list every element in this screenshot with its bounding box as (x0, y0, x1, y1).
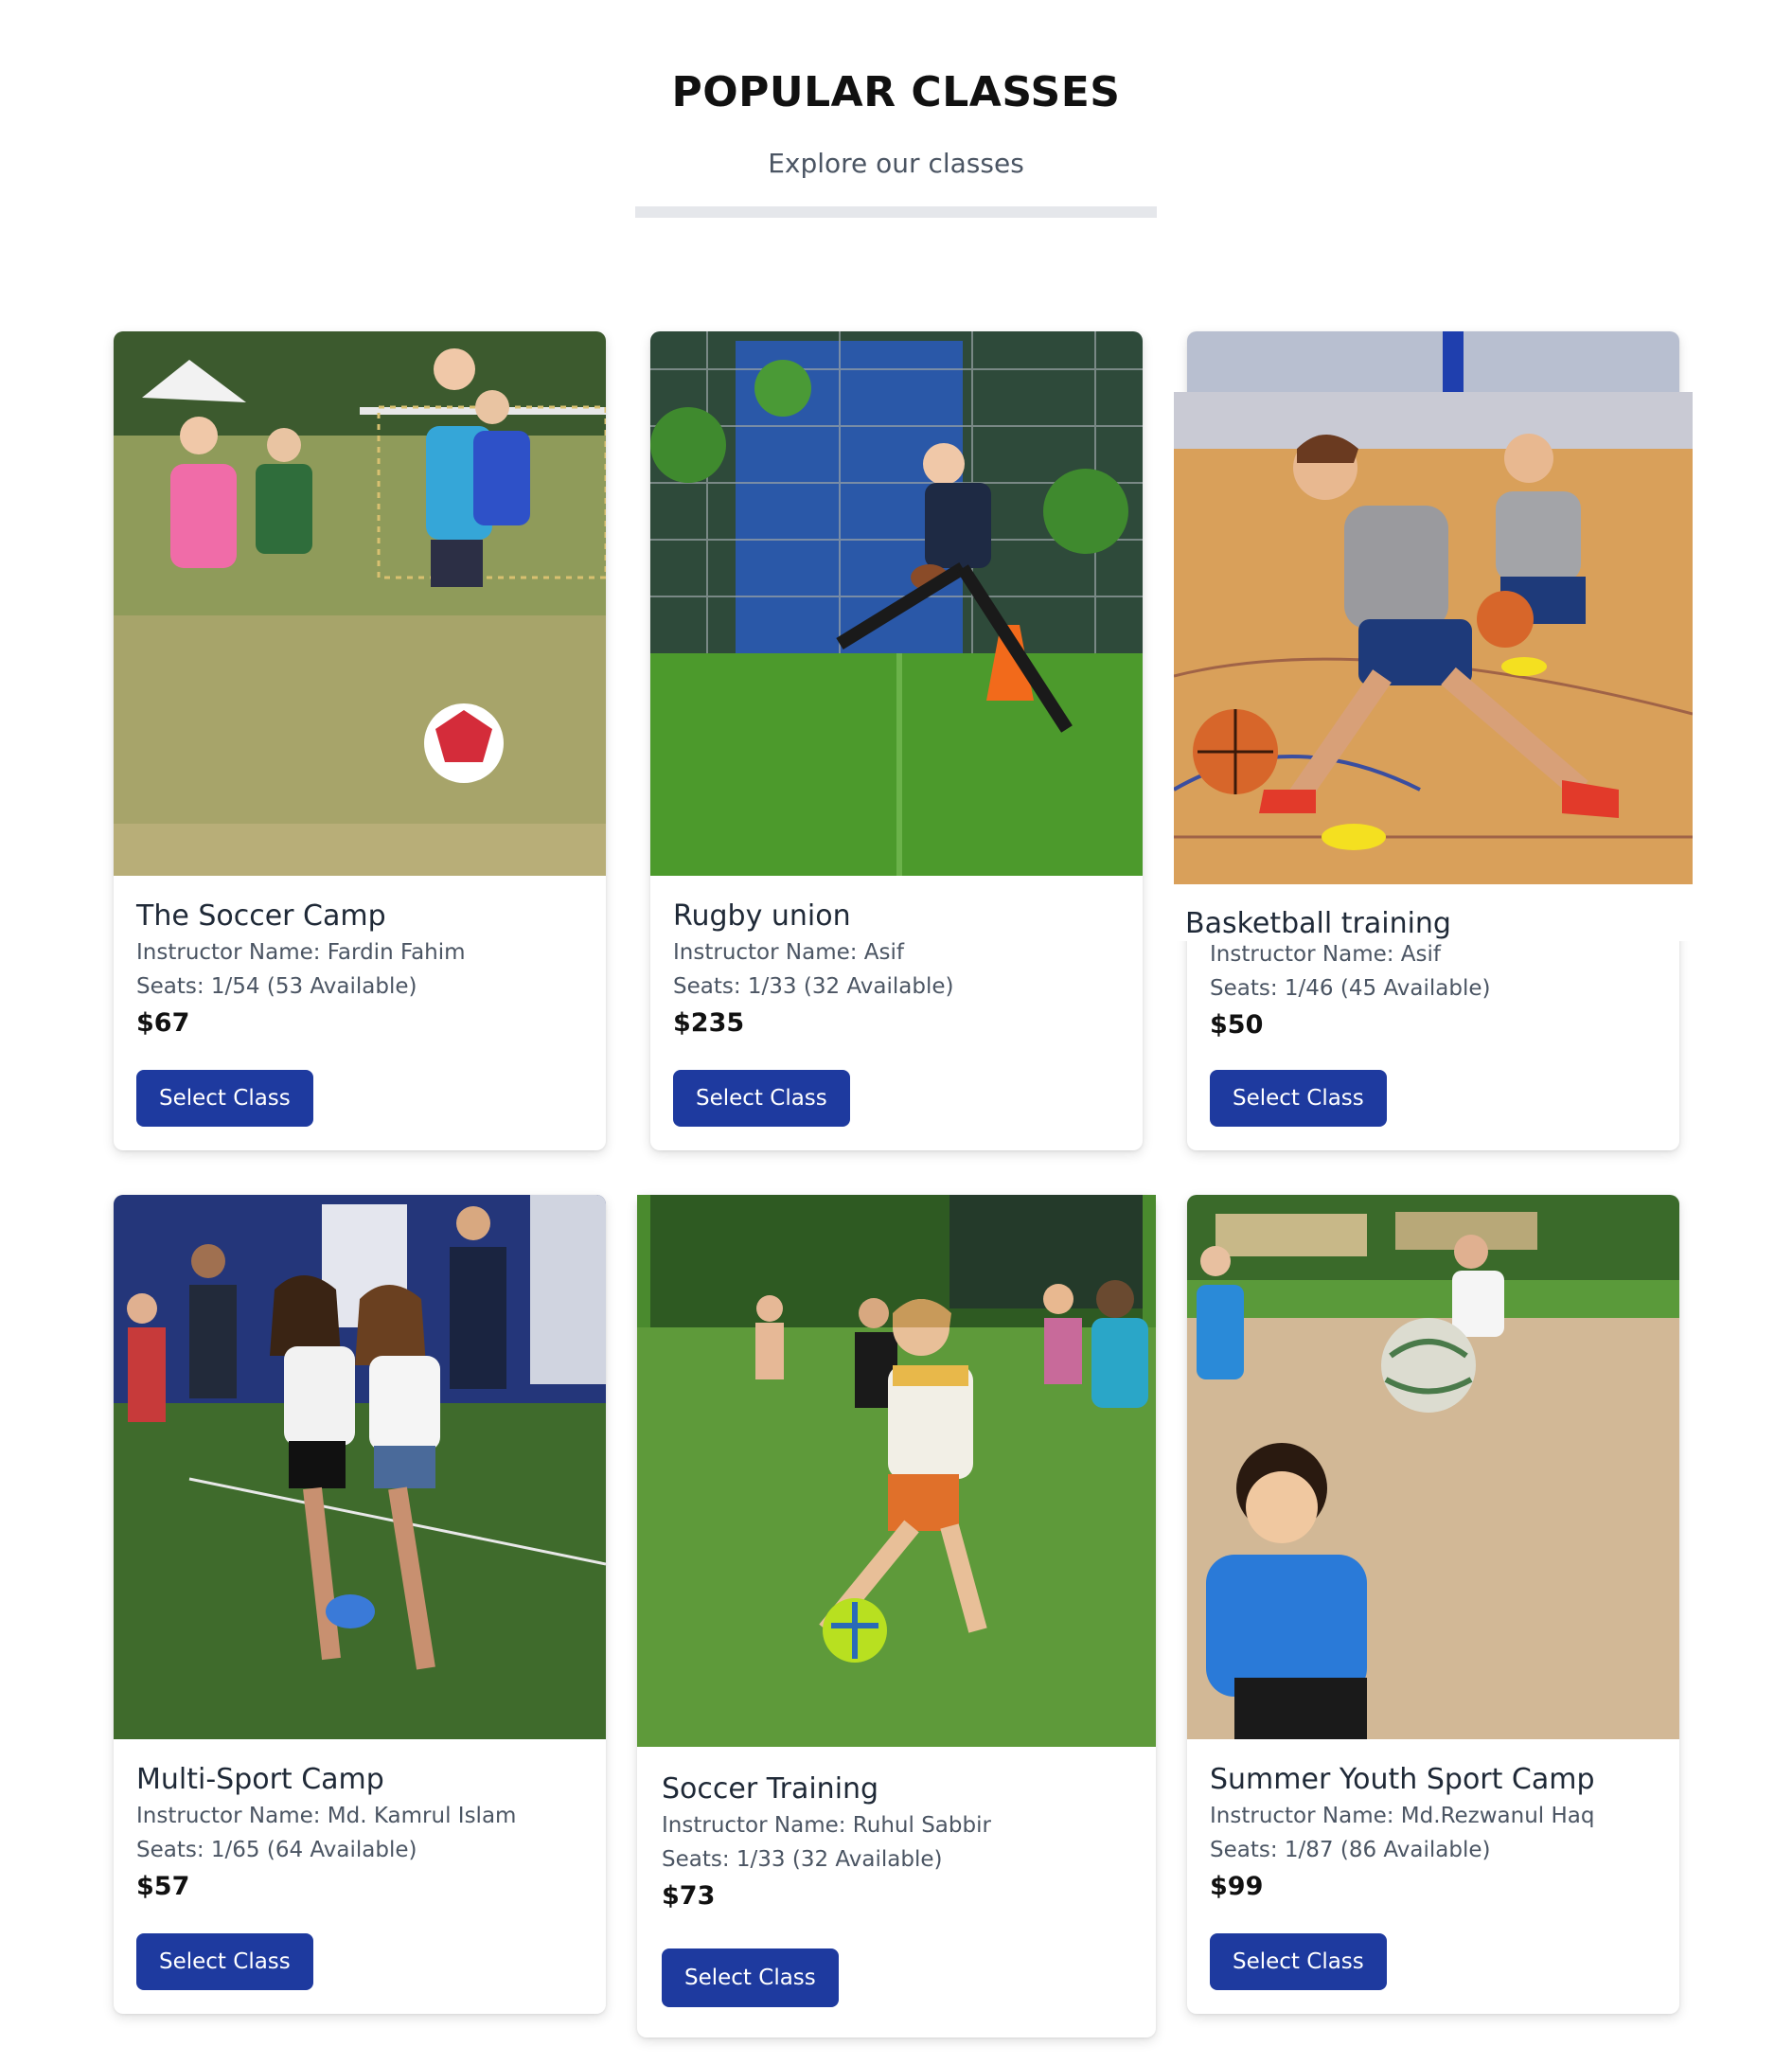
instructor-name: Instructor Name: Asif (673, 940, 905, 965)
class-name: Rugby union (673, 899, 851, 933)
seats-info: Seats: 1/33 (32 Available) (662, 1847, 943, 1872)
kids-playing-soccer-photo (114, 331, 606, 876)
select-class-button[interactable]: Select Class (136, 1070, 313, 1127)
kids-dribbling-basketball-photo (1174, 392, 1693, 884)
instructor-name: Instructor Name: Md. Kamrul Islam (136, 1804, 517, 1828)
class-card: Soccer Training Instructor Name: Ruhul S… (637, 1195, 1156, 2037)
class-price: $57 (136, 1872, 190, 1901)
select-class-button[interactable]: Select Class (136, 1933, 313, 1990)
instructor-name: Instructor Name: Fardin Fahim (136, 940, 466, 965)
class-name: Basketball training (1185, 907, 1451, 940)
class-title-overlay: Basketball training (1174, 884, 1693, 941)
class-name: Soccer Training (662, 1772, 879, 1806)
class-price: $99 (1210, 1872, 1264, 1901)
class-card-body: The Soccer Camp Instructor Name: Fardin … (136, 899, 583, 1038)
girls-running-on-turf-photo (114, 1195, 606, 1739)
class-card: Rugby union Instructor Name: Asif Seats:… (650, 331, 1143, 1150)
select-class-button[interactable]: Select Class (662, 1948, 839, 2007)
class-card: Multi-Sport Camp Instructor Name: Md. Ka… (114, 1195, 606, 2014)
class-card-body: Soccer Training Instructor Name: Ruhul S… (662, 1772, 1133, 1911)
seats-info: Seats: 1/87 (86 Available) (1210, 1838, 1491, 1862)
section-title: POPULAR CLASSES (671, 68, 1121, 116)
class-card-body: Instructor Name: Asif Seats: 1/46 (45 Av… (1210, 942, 1657, 1040)
class-card-body: Rugby union Instructor Name: Asif Seats:… (673, 899, 1120, 1038)
select-class-button[interactable]: Select Class (673, 1070, 850, 1127)
class-name: Multi-Sport Camp (136, 1763, 384, 1796)
instructor-name: Instructor Name: Md.Rezwanul Haq (1210, 1804, 1595, 1828)
section-subtitle: Explore our classes (768, 148, 1024, 179)
class-name: The Soccer Camp (136, 899, 386, 933)
class-price: $235 (673, 1008, 745, 1038)
class-price: $67 (136, 1008, 190, 1038)
seats-info: Seats: 1/54 (53 Available) (136, 974, 417, 999)
class-card-body: Summer Youth Sport Camp Instructor Name:… (1210, 1763, 1657, 1901)
instructor-name: Instructor Name: Asif (1210, 942, 1442, 967)
instructor-name: Instructor Name: Ruhul Sabbir (662, 1813, 991, 1838)
class-price: $50 (1210, 1010, 1264, 1040)
seats-info: Seats: 1/65 (64 Available) (136, 1838, 417, 1862)
class-card: Summer Youth Sport Camp Instructor Name:… (1187, 1195, 1679, 2014)
kids-soccer-on-grass-photo (637, 1195, 1156, 1747)
girls-beach-volleyball-photo (1187, 1195, 1679, 1739)
select-class-button[interactable]: Select Class (1210, 1933, 1387, 1990)
class-card: Basketball training Instructor Name: Asi… (1174, 331, 1693, 1150)
class-card-body: Multi-Sport Camp Instructor Name: Md. Ka… (136, 1763, 583, 1901)
class-name: Summer Youth Sport Camp (1210, 1763, 1595, 1796)
seats-info: Seats: 1/33 (32 Available) (673, 974, 954, 999)
select-class-button[interactable]: Select Class (1210, 1070, 1387, 1127)
boy-running-with-football-photo (650, 331, 1143, 876)
seats-info: Seats: 1/46 (45 Available) (1210, 976, 1491, 1001)
class-card: The Soccer Camp Instructor Name: Fardin … (114, 331, 606, 1150)
class-price: $73 (662, 1881, 716, 1911)
title-divider (635, 206, 1157, 218)
